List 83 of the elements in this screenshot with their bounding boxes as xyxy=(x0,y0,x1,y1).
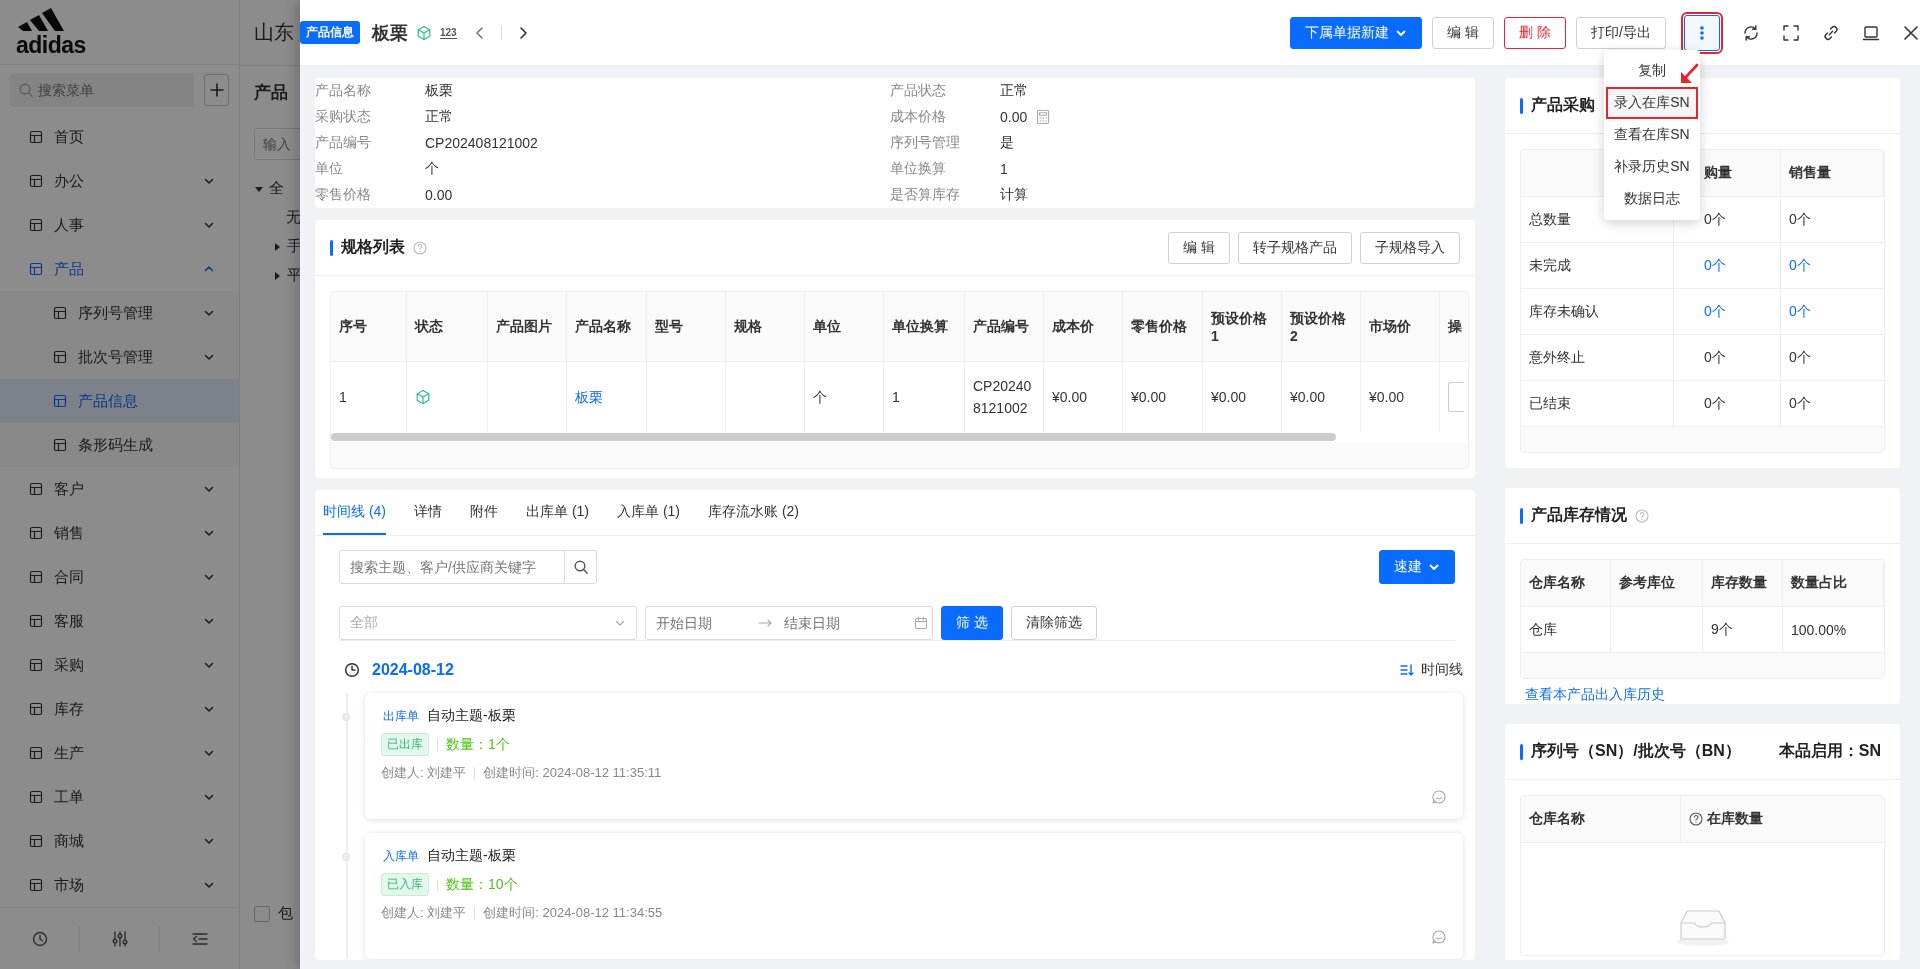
number-format-label: 123 xyxy=(440,26,457,39)
field-value: CP202408121002 xyxy=(425,135,538,151)
card-title: 产品采购 xyxy=(1531,95,1595,115)
field-value: 个 xyxy=(425,160,439,178)
panel-title: 产品 xyxy=(254,82,288,104)
table-cell: CP202408121002 xyxy=(965,362,1044,432)
column-header: 预设价格2 xyxy=(1282,292,1361,362)
table-cell: ¥0.00 xyxy=(1203,362,1282,432)
column-header: 成本价 xyxy=(1044,292,1123,362)
status-tag: 已入库 xyxy=(381,873,429,896)
field-label: 成本价格 xyxy=(890,108,947,126)
field-value: 是 xyxy=(1000,134,1014,152)
column-header: 单位换算 xyxy=(884,292,965,362)
table-cell: 未完成 xyxy=(1521,243,1674,289)
column-header: 型号 xyxy=(647,292,726,362)
table-cell: 0个 xyxy=(1674,381,1781,427)
column-header: 数量占比 xyxy=(1783,560,1884,607)
table-cell: 库存未确认 xyxy=(1521,289,1674,335)
card-title: 产品库存情况 xyxy=(1531,505,1627,525)
table-cell: 1 xyxy=(331,362,407,432)
table-cell: ¥0.00 xyxy=(1361,362,1440,432)
created-time-text: 创建时间: 2024-08-12 11:35:11 xyxy=(483,764,662,782)
document-type-tag: 出库单 xyxy=(381,707,421,725)
column-header: 产品图片 xyxy=(488,292,567,362)
field-label: 是否算库存 xyxy=(890,186,961,204)
column-header: 零售价格 xyxy=(1123,292,1203,362)
column-header: 预设价格1 xyxy=(1203,292,1282,362)
timeline-date: 2024-08-12 xyxy=(372,661,454,679)
column-header: 产品编号 xyxy=(965,292,1044,362)
column-header: 参考库位 xyxy=(1611,560,1703,607)
quantity-text: 数量：10个 xyxy=(446,875,518,894)
column-header: 产品名称 xyxy=(567,292,647,362)
field-value: 计算 xyxy=(1000,186,1028,204)
column-header: 规格 xyxy=(726,292,805,362)
table-cell: 0个 xyxy=(1674,335,1781,381)
card-title: 序列号（SN）/批次号（BN） xyxy=(1531,741,1741,761)
created-time-text: 创建时间: 2024-08-12 11:34:55 xyxy=(483,904,663,922)
field-label: 单位 xyxy=(315,160,344,178)
document-type-tag: 入库单 xyxy=(381,847,421,865)
status-tag: 已出库 xyxy=(381,733,429,756)
table-cell: 1 xyxy=(884,362,965,432)
entry-title: 自动主题-板栗 xyxy=(427,707,516,725)
table-cell: 已结束 xyxy=(1521,381,1674,427)
field-label: 产品名称 xyxy=(315,82,372,100)
column-header: 操 xyxy=(1440,292,1468,362)
field-label: 产品编号 xyxy=(315,134,372,152)
field-value: 1 xyxy=(1000,161,1008,177)
field-label: 单位换算 xyxy=(890,160,947,178)
serial-mode-text: 本品启用：SN xyxy=(1778,741,1881,761)
column-header: 在库数量 xyxy=(1707,810,1763,828)
product-title: 板栗 xyxy=(372,21,408,45)
table-cell: 仓库 xyxy=(1521,607,1611,653)
table-cell: 意外终止 xyxy=(1521,335,1674,381)
field-label: 序列号管理 xyxy=(890,134,961,152)
creator-text: 创建人: 刘建平 xyxy=(381,904,467,922)
page-badge: 产品信息 xyxy=(300,21,360,44)
logo-text: adidas xyxy=(16,34,86,57)
table-cell: 个 xyxy=(805,362,884,432)
creator-text: 创建人: 刘建平 xyxy=(381,764,467,782)
column-header: 单位 xyxy=(805,292,884,362)
field-label: 产品状态 xyxy=(890,82,947,100)
column-header: 仓库名称 xyxy=(1521,560,1611,607)
quantity-text: 数量：1个 xyxy=(446,735,510,754)
table-cell: ¥0.00 xyxy=(1282,362,1361,432)
field-value: 板栗 xyxy=(425,82,453,100)
column-header: 状态 xyxy=(407,292,488,362)
field-value: 0.00 xyxy=(1000,109,1028,125)
company-name: 山东 xyxy=(254,20,294,45)
field-label: 零售价格 xyxy=(315,186,372,204)
column-header: 库存数量 xyxy=(1703,560,1783,607)
field-value: 正常 xyxy=(425,108,453,126)
entry-title: 自动主题-板栗 xyxy=(427,847,516,865)
table-cell: 9个 xyxy=(1703,607,1783,653)
field-label: 采购状态 xyxy=(315,108,372,126)
table-cell: ¥0.00 xyxy=(1044,362,1123,432)
card-title: 规格列表 xyxy=(341,237,405,257)
column-header: 仓库名称 xyxy=(1521,796,1681,843)
table-cell: ¥0.00 xyxy=(1123,362,1203,432)
column-header: 销售量 xyxy=(1781,150,1884,197)
column-header: 市场价 xyxy=(1361,292,1440,362)
column-header: 序号 xyxy=(331,292,407,362)
field-value: 正常 xyxy=(1000,82,1028,100)
field-value: 0.00 xyxy=(425,187,453,203)
